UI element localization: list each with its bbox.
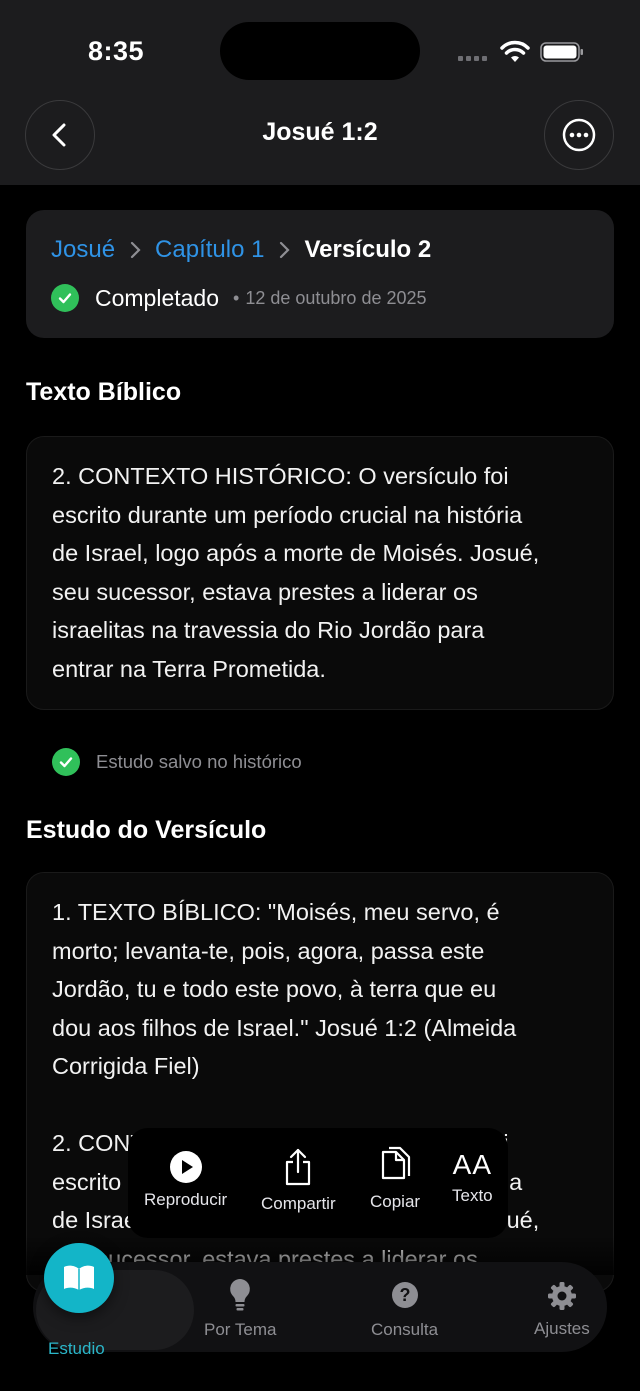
text-line [52,1086,597,1125]
text-size-icon: AA [452,1149,492,1180]
navigation-bar: Josué 1:2 [0,100,640,185]
text-line: israelitas na travessia do Rio Jordão pa… [52,617,485,643]
text-line: morto; levanta-te, pois, agora, passa es… [52,937,485,964]
copy-icon [381,1146,411,1180]
status-time: 8:35 [88,36,145,66]
section-title-study: Estudo do Versículo [26,816,267,844]
breadcrumb-card: Josué Capítulo 1 Versículo 2 Completado … [26,210,614,338]
copy-button[interactable]: Copiar [370,1146,420,1212]
checkmark-circle-icon [51,284,79,312]
more-options-button[interactable] [544,100,614,170]
tab-topic[interactable]: Por Tema [204,1278,276,1340]
share-icon [286,1148,311,1186]
copy-label: Copiar [370,1192,421,1211]
text-line: dou aos filhos de Israel." Josué 1:2 (Al… [52,1014,517,1041]
saved-notice-text: Estudo salvo no histórico [96,751,302,772]
biblical-text-content: 2. CONTEXTO HISTÓRICO: O versículo foi es… [52,457,597,688]
lightbulb-icon [230,1279,251,1311]
status-label: Completado [95,284,220,311]
text-size-button[interactable]: AA Texto [452,1150,493,1206]
text-size-label: Texto [452,1186,493,1205]
share-button[interactable]: Compartir [261,1148,336,1214]
text-line: 1. TEXTO BÍBLICO: "Moisés, meu servo, é [52,899,500,925]
biblical-text-card[interactable]: 2. CONTEXTO HISTÓRICO: O versículo foi es… [26,436,614,710]
cellular-signal-icon [458,56,487,61]
text-line: de Israel, logo após a morte de Moisés. … [52,540,540,566]
text-line: 2. CONTEXTO HISTÓRICO: O versículo foi [52,463,509,489]
gear-icon [547,1282,576,1310]
completion-status: Completado • 12 de outubro de 2025 [51,284,427,312]
breadcrumb: Josué Capítulo 1 Versículo 2 [51,236,431,264]
play-button[interactable]: Reproducir [144,1150,227,1210]
tab-topic-label: Por Tema [204,1320,277,1339]
tab-study-label[interactable]: Estudio [48,1339,105,1359]
saved-notice: Estudo salvo no histórico [52,748,302,776]
completion-date: 12 de outubro de 2025 [245,287,427,308]
status-bar: 8:35 [0,0,640,100]
svg-text:?: ? [399,1285,410,1305]
play-label: Reproducir [144,1190,228,1209]
checkmark-circle-icon [52,748,80,776]
text-line: Jordão, tu e todo este povo, à terra que… [52,976,497,1002]
wifi-icon [500,40,530,62]
tab-query[interactable]: ? Consulta [371,1281,438,1340]
ellipsis-circle-icon [562,118,596,152]
battery-icon [540,42,583,62]
share-label: Compartir [261,1194,336,1213]
breadcrumb-verse: Versículo 2 [304,236,432,263]
text-line: seu sucessor, estava prestes a liderar o… [52,578,478,605]
section-title-biblical-text: Texto Bíblico [26,378,182,406]
text-line: entrar na Terra Prometida. [52,655,326,682]
breadcrumb-book[interactable]: Josué [51,236,115,264]
breadcrumb-chapter[interactable]: Capítulo 1 [155,236,264,264]
chevron-right-icon [280,241,291,259]
tab-settings[interactable]: Ajustes [534,1281,590,1339]
text-actions-popover: Reproducir Compartir Copiar AA Texto [128,1128,508,1238]
question-circle-icon: ? [391,1282,418,1308]
tab-study-button[interactable] [44,1243,114,1313]
dynamic-island [220,22,420,80]
tab-settings-label: Ajustes [534,1319,590,1338]
play-circle-icon [169,1151,202,1183]
book-open-icon [64,1265,94,1290]
tab-query-label: Consulta [371,1320,439,1339]
text-line: Corrigida Fiel) [52,1053,200,1079]
status-separator: • [233,287,240,308]
text-line: escrito durante um período crucial na hi… [52,501,523,528]
chevron-right-icon [130,241,141,259]
